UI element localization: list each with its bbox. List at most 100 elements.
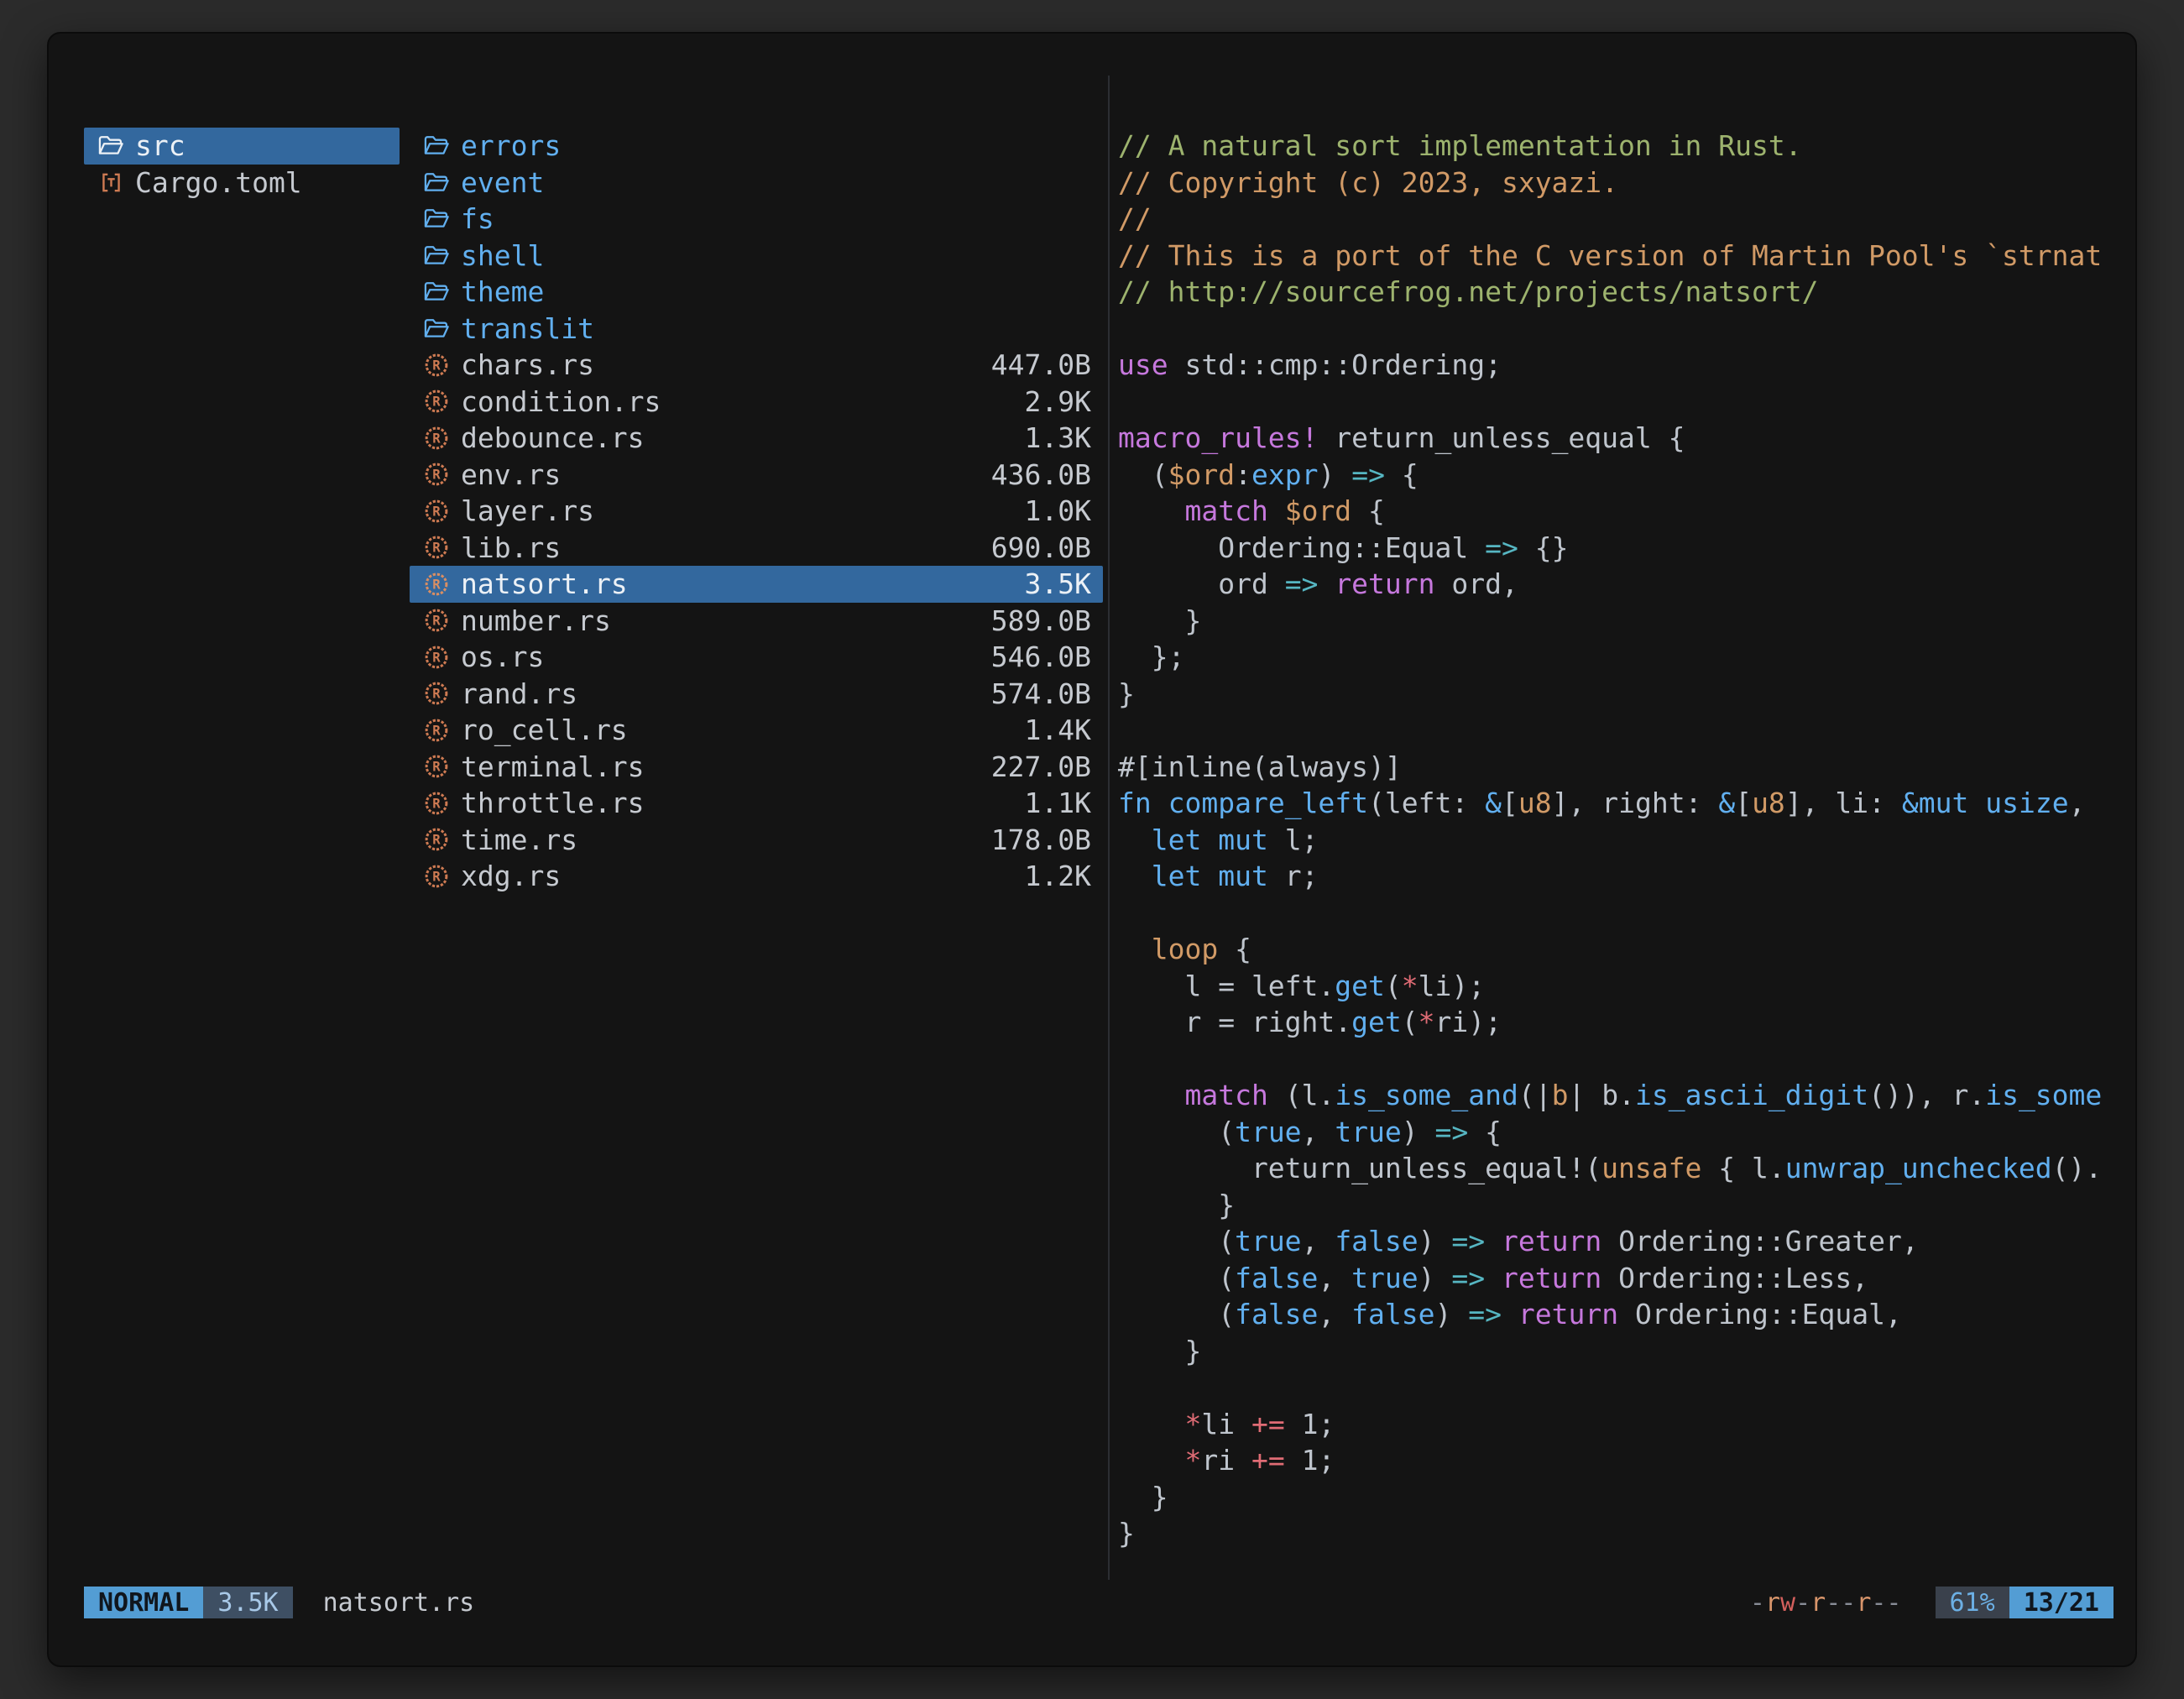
svg-text:R: R (432, 723, 441, 738)
parent-pane: src Cargo.toml (84, 128, 400, 201)
file-row[interactable]: R layer.rs 1.0K (410, 493, 1103, 530)
code-line: *li += 1; (1118, 1406, 2130, 1443)
mode-badge: NORMAL (84, 1587, 203, 1618)
file-row[interactable]: R natsort.rs 3.5K (410, 566, 1103, 603)
file-size: 2.9K (1025, 385, 1091, 418)
code-line: ($ord:expr) => { (1118, 457, 2130, 494)
file-row[interactable]: R ro_cell.rs 1.4K (410, 712, 1103, 749)
svg-text:R: R (432, 577, 441, 592)
code-line: (false, true) => return Ordering::Less, (1118, 1260, 2130, 1297)
rust-file-icon: R (422, 754, 451, 779)
rust-file-icon: R (422, 426, 451, 451)
file-row[interactable]: R env.rs 436.0B (410, 457, 1103, 494)
svg-text:R: R (432, 431, 441, 446)
code-line: r = right.get(*ri); (1118, 1004, 2130, 1041)
file-size: 227.0B (991, 750, 1091, 783)
code-line: } (1118, 676, 2130, 713)
rust-file-icon: R (422, 791, 451, 816)
svg-text:R: R (432, 687, 441, 702)
file-size: 1.4K (1025, 714, 1091, 746)
file-row[interactable]: R throttle.rs 1.1K (410, 785, 1103, 822)
file-size: 546.0B (991, 640, 1091, 673)
rust-file-icon: R (422, 864, 451, 889)
rust-file-icon: R (422, 535, 451, 560)
toml-file-icon (97, 170, 125, 195)
code-line: } (1118, 1187, 2130, 1224)
file-name: os.rs (461, 640, 544, 673)
file-row[interactable]: R chars.rs 447.0B (410, 347, 1103, 384)
file-row[interactable]: R number.rs 589.0B (410, 603, 1103, 640)
directory-name: event (461, 166, 544, 199)
status-filename: natsort.rs (323, 1588, 475, 1618)
code-line (1118, 1369, 2130, 1406)
folder-icon (422, 281, 451, 302)
file-row[interactable]: R terminal.rs 227.0B (410, 749, 1103, 786)
rust-file-icon: R (422, 389, 451, 414)
file-row[interactable]: R debounce.rs 1.3K (410, 420, 1103, 457)
file-preview-pane: // A natural sort implementation in Rust… (1118, 128, 2130, 1555)
directory-name: theme (461, 275, 544, 308)
directory-name: shell (461, 239, 544, 272)
file-row[interactable]: R lib.rs 690.0B (410, 530, 1103, 567)
code-line: // A natural sort implementation in Rust… (1118, 128, 2130, 165)
file-row[interactable]: R condition.rs 2.9K (410, 384, 1103, 421)
svg-text:R: R (432, 796, 441, 811)
status-right-group: -rw-r--r-- 61% 13/21 (1750, 1587, 2113, 1618)
svg-text:R: R (432, 869, 441, 884)
rust-file-icon: R (422, 718, 451, 743)
code-line: } (1118, 1479, 2130, 1516)
code-line: // (1118, 201, 2130, 238)
file-size: 178.0B (991, 823, 1091, 856)
rust-file-icon: R (422, 608, 451, 633)
file-name: chars.rs (461, 348, 594, 381)
scroll-percent-badge: 61% (1936, 1587, 2009, 1618)
file-name: condition.rs (461, 385, 661, 418)
directory-row[interactable]: theme (410, 274, 1103, 311)
folder-icon (422, 245, 451, 266)
file-name: throttle.rs (461, 787, 645, 819)
code-line: #[inline(always)] (1118, 749, 2130, 786)
directory-row[interactable]: translit (410, 311, 1103, 348)
code-line: (false, false) => return Ordering::Equal… (1118, 1296, 2130, 1333)
code-line: l = left.get(*li); (1118, 968, 2130, 1005)
directory-row[interactable]: event (410, 165, 1103, 201)
code-line (1118, 895, 2130, 932)
directory-row[interactable]: fs (410, 201, 1103, 238)
directory-row[interactable]: shell (410, 238, 1103, 274)
file-size: 1.0K (1025, 494, 1091, 527)
code-line: let mut r; (1118, 858, 2130, 895)
code-line (1118, 384, 2130, 421)
svg-text:R: R (432, 614, 441, 629)
directory-row[interactable]: errors (410, 128, 1103, 165)
file-row[interactable]: R xdg.rs 1.2K (410, 858, 1103, 895)
code-line: *ri += 1; (1118, 1442, 2130, 1479)
code-line: }; (1118, 639, 2130, 676)
file-row[interactable]: R os.rs 546.0B (410, 639, 1103, 676)
permissions-text: -rw-r--r-- (1750, 1588, 1902, 1618)
file-row[interactable]: R time.rs 178.0B (410, 822, 1103, 859)
code-line: loop { (1118, 931, 2130, 968)
file-row[interactable]: R rand.rs 574.0B (410, 676, 1103, 713)
file-size: 447.0B (991, 348, 1091, 381)
cursor-position-badge: 13/21 (2009, 1587, 2113, 1618)
parent-directory-row[interactable]: src (84, 128, 400, 165)
parent-file-row[interactable]: Cargo.toml (84, 165, 400, 201)
code-line: match (l.is_some_and(|b| b.is_ascii_digi… (1118, 1077, 2130, 1114)
code-line: } (1118, 1333, 2130, 1370)
file-name: Cargo.toml (135, 166, 302, 199)
code-line: (true, false) => return Ordering::Greate… (1118, 1223, 2130, 1260)
file-name: terminal.rs (461, 750, 645, 783)
svg-text:R: R (432, 650, 441, 665)
file-name: layer.rs (461, 494, 594, 527)
file-size: 1.2K (1025, 860, 1091, 892)
svg-text:R: R (432, 504, 441, 519)
rust-file-icon: R (422, 499, 451, 524)
file-size: 1.3K (1025, 421, 1091, 454)
rust-file-icon: R (422, 827, 451, 852)
file-manager-window: src Cargo.toml (47, 32, 2137, 1667)
svg-text:R: R (432, 760, 441, 775)
file-name: debounce.rs (461, 421, 645, 454)
code-line: match $ord { (1118, 493, 2130, 530)
file-size: 436.0B (991, 458, 1091, 491)
code-line: } (1118, 603, 2130, 640)
